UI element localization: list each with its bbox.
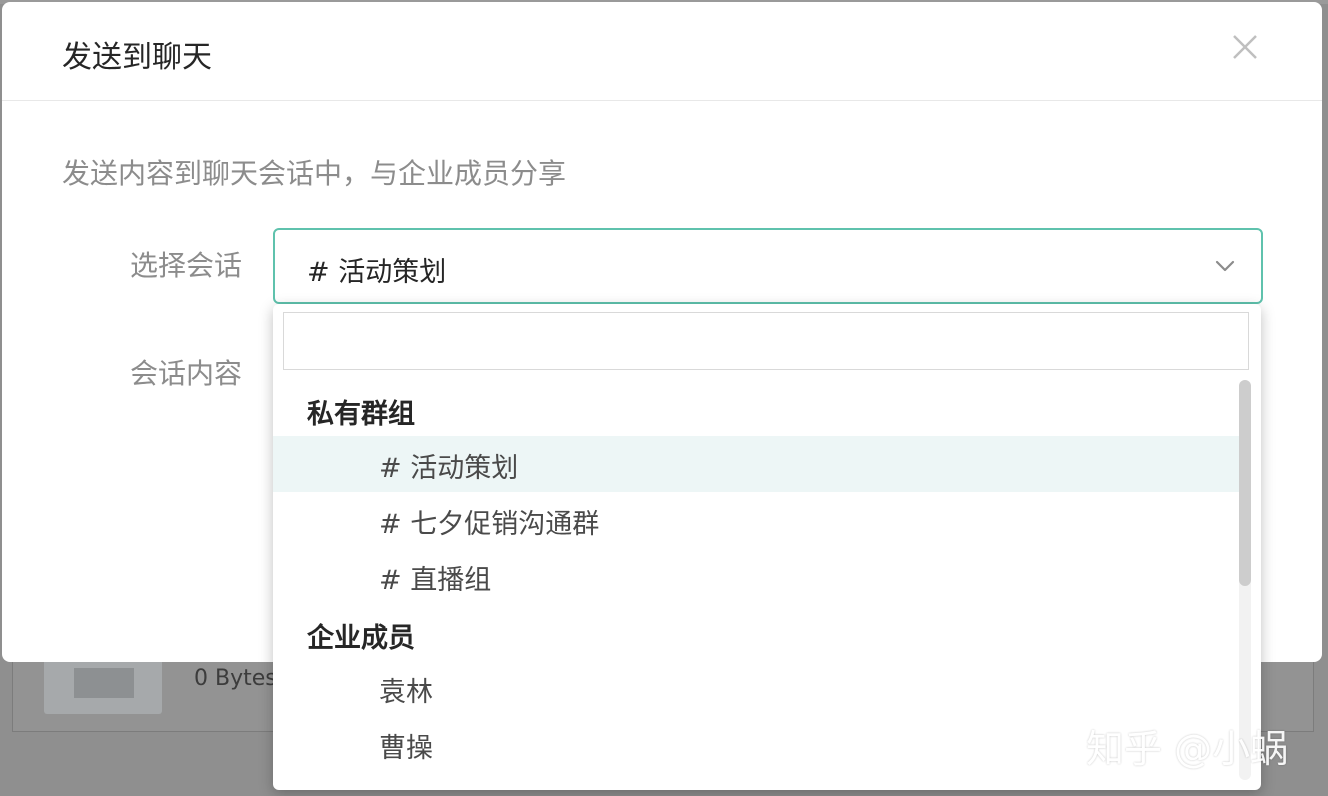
dropdown-option[interactable]: 袁林 bbox=[273, 660, 1239, 716]
close-button[interactable] bbox=[1230, 32, 1260, 62]
dropdown-option[interactable]: # 直播组 bbox=[273, 548, 1239, 604]
select-conversation-label: 选择会话 bbox=[130, 249, 243, 282]
background-file-size: 0 Bytes bbox=[194, 666, 277, 691]
dropdown-option-label: # 直播组 bbox=[379, 565, 492, 596]
group-label-private: 私有群组 bbox=[307, 399, 415, 430]
file-thumbnail-icon bbox=[74, 668, 134, 698]
dialog-title: 发送到聊天 bbox=[62, 40, 212, 75]
dropdown-option[interactable]: # 活动策划 bbox=[273, 436, 1239, 492]
dialog-description: 发送内容到聊天会话中，与企业成员分享 bbox=[62, 157, 567, 190]
dropdown-option-label: 袁林 bbox=[379, 677, 433, 708]
dropdown-option[interactable]: # 七夕促销沟通群 bbox=[273, 492, 1239, 548]
scrollbar-thumb[interactable] bbox=[1239, 380, 1251, 586]
conversation-content-label: 会话内容 bbox=[130, 357, 243, 390]
dropdown-search-input[interactable] bbox=[283, 312, 1249, 370]
dropdown-option-label: 曹操 bbox=[379, 733, 433, 764]
chevron-down-icon bbox=[1215, 260, 1235, 272]
dropdown-option-label: # 活动策划 bbox=[379, 453, 519, 484]
dropdown-option-label: # 七夕促销沟通群 bbox=[379, 509, 600, 540]
select-current-value: # 活动策划 bbox=[307, 257, 447, 288]
group-label-members: 企业成员 bbox=[307, 623, 415, 654]
dialog-header: 发送到聊天 bbox=[2, 2, 1322, 101]
watermark: 知乎 @小蜗 bbox=[1086, 727, 1289, 771]
conversation-select[interactable]: # 活动策划 bbox=[273, 228, 1263, 304]
close-icon bbox=[1233, 35, 1257, 59]
